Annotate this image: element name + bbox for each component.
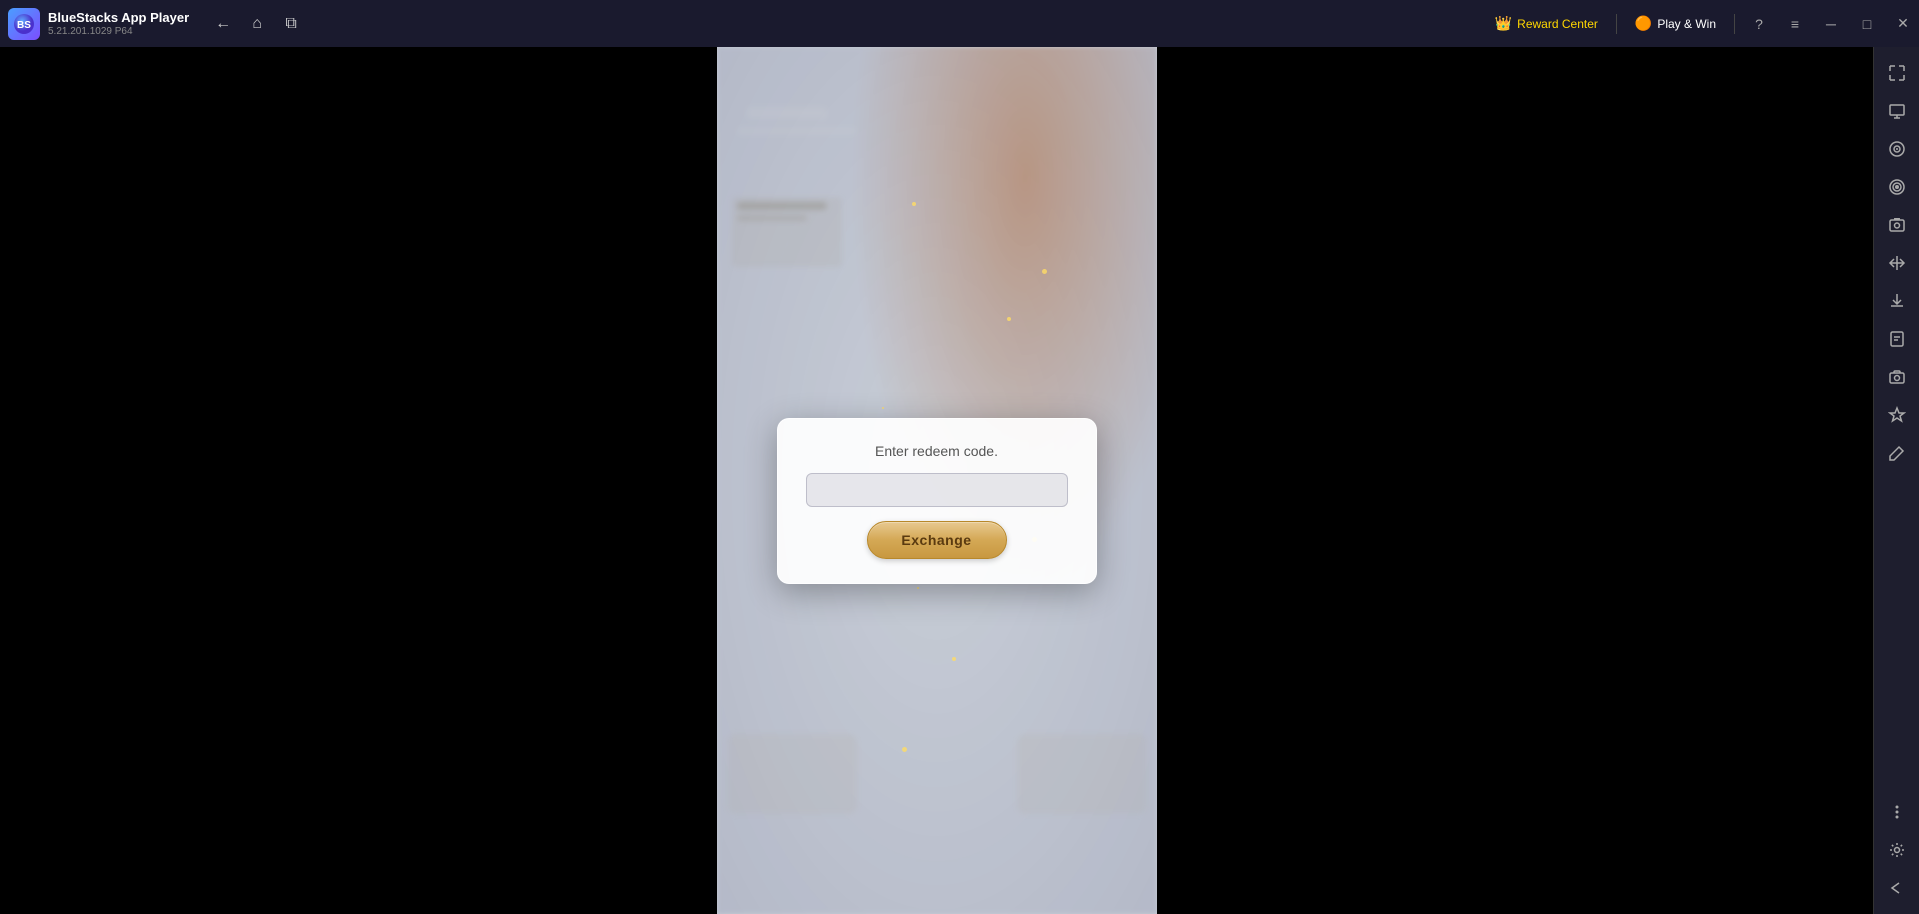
reward-center-button[interactable]: 👑 Reward Center [1485, 11, 1608, 36]
separator2 [1734, 14, 1735, 34]
redeem-dialog: Enter redeem code. Exchange [777, 418, 1097, 584]
game-viewport: Enter redeem code. Exchange [717, 47, 1157, 914]
maximize-icon: □ [1863, 16, 1871, 32]
titlebar: BS BlueStacks App Player 5.21.201.1029 P… [0, 0, 1919, 47]
apk-icon[interactable] [1879, 321, 1915, 357]
right-sidebar [1873, 47, 1919, 914]
multi-instance-button[interactable]: ⧉ [277, 10, 305, 38]
titlebar-right: 👑 Reward Center 🟠 Play & Win ? ≡ ─ □ ✕ [1485, 0, 1919, 47]
import-icon[interactable] [1879, 283, 1915, 319]
back-icon[interactable] [1879, 870, 1915, 906]
more-icon[interactable] [1879, 794, 1915, 830]
crown-icon: 👑 [1495, 15, 1512, 32]
screenshot-icon[interactable] [1879, 207, 1915, 243]
app-logo: BS [8, 8, 40, 40]
display-settings-icon[interactable] [1879, 93, 1915, 129]
app-name: BlueStacks App Player [48, 10, 189, 26]
macro-icon[interactable] [1879, 397, 1915, 433]
minimize-button[interactable]: ─ [1815, 0, 1847, 47]
record-icon[interactable] [1879, 169, 1915, 205]
separator [1616, 14, 1617, 34]
expand-icon[interactable] [1879, 55, 1915, 91]
play-win-button[interactable]: 🟠 Play & Win [1625, 11, 1726, 36]
svg-text:BS: BS [17, 20, 31, 31]
dialog-title: Enter redeem code. [875, 443, 998, 459]
coin-icon: 🟠 [1635, 15, 1652, 32]
help-icon: ? [1755, 16, 1763, 32]
maximize-button[interactable]: □ [1851, 0, 1883, 47]
edit-icon[interactable] [1879, 435, 1915, 471]
app-title-block: BlueStacks App Player 5.21.201.1029 P64 [48, 10, 189, 37]
app-version: 5.21.201.1029 P64 [48, 26, 189, 37]
settings-icon[interactable] [1879, 832, 1915, 868]
volume-icon[interactable] [1879, 131, 1915, 167]
close-button[interactable]: ✕ [1887, 0, 1919, 47]
resize-icon[interactable] [1879, 245, 1915, 281]
nav-buttons: ← ⌂ ⧉ [209, 10, 305, 38]
menu-button[interactable]: ≡ [1779, 0, 1811, 47]
reward-center-label: Reward Center [1517, 17, 1598, 31]
camera-icon[interactable] [1879, 359, 1915, 395]
play-win-label: Play & Win [1657, 17, 1716, 31]
back-button[interactable]: ← [209, 10, 237, 38]
minimize-icon: ─ [1826, 16, 1836, 32]
dialog-overlay: Enter redeem code. Exchange [717, 47, 1157, 914]
help-button[interactable]: ? [1743, 0, 1775, 47]
redeem-code-input[interactable] [806, 473, 1068, 507]
close-icon: ✕ [1897, 15, 1909, 32]
home-button[interactable]: ⌂ [243, 10, 271, 38]
menu-icon: ≡ [1791, 16, 1799, 32]
exchange-button[interactable]: Exchange [867, 521, 1007, 559]
main-content: Enter redeem code. Exchange [0, 47, 1873, 914]
